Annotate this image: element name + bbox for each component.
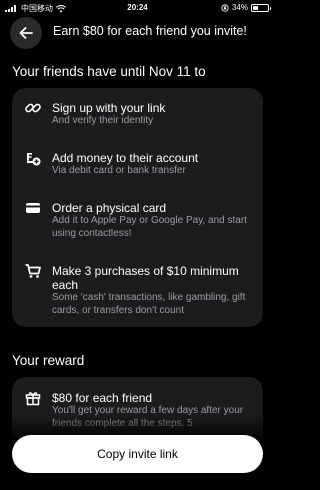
link-icon (24, 99, 42, 117)
money-add-icon (24, 149, 42, 167)
status-right: 34% (221, 3, 271, 12)
status-bar: 中国移动 20:24 34% (0, 0, 275, 16)
step-title: Add money to their account (52, 151, 199, 165)
step-description: Add it to Apple Pay or Google Pay, and s… (52, 215, 247, 239)
steps-section-title: Your friends have until Nov 11 to (12, 64, 206, 79)
step-description: Via debit card or bank transfer (52, 165, 186, 176)
card-icon (24, 199, 42, 217)
copy-invite-link-button[interactable]: Copy invite link (12, 435, 263, 473)
reward-section-title: Your reward (12, 353, 85, 368)
steps-card: Sign up with your link And verify their … (12, 88, 263, 327)
step-title: Make 3 purchases of $10 minimum each (52, 264, 239, 292)
step-description: And verify their identity (52, 115, 154, 126)
page-title: Earn $80 for each friend you invite! (53, 24, 247, 38)
back-button[interactable] (10, 17, 42, 49)
cart-icon (24, 262, 42, 280)
step-description: Some 'cash' transactions, like gambling,… (52, 292, 246, 316)
step-title: Order a physical card (52, 201, 167, 215)
step-title: Sign up with your link (52, 101, 166, 115)
battery-percent: 34% (231, 3, 248, 12)
arrow-left-icon (19, 27, 33, 39)
invite-screen: 中国移动 20:24 34% Earn $80 for each friend … (0, 0, 275, 490)
reward-title: $80 for each friend (52, 391, 153, 405)
gift-icon (24, 389, 42, 407)
orientation-lock-icon (221, 3, 229, 12)
battery-icon (251, 3, 271, 12)
